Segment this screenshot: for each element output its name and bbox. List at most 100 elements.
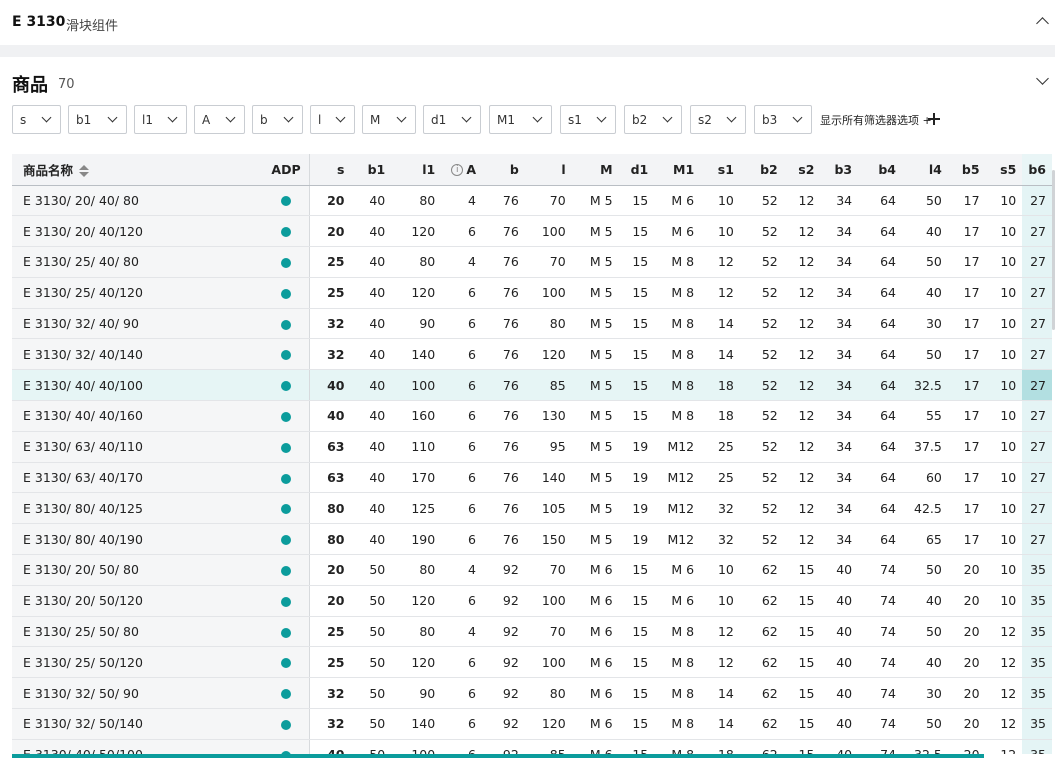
product-name-link[interactable]: E 3130/ 32/ 40/140 [12, 338, 263, 371]
product-name-link[interactable]: E 3130/ 20/ 50/120 [12, 585, 263, 617]
column-header-s1[interactable]: s1 [700, 154, 740, 186]
table-row[interactable]: E 3130/ 32/ 40/140 32 40 140 6 76 120 M 5 15 M 81… [12, 338, 1052, 371]
product-name-link[interactable]: E 3130/ 63/ 40/170 [12, 462, 263, 494]
column-header-l[interactable]: l [524, 154, 572, 186]
cell-s2: 12 [783, 185, 821, 217]
cell-b4: 74 [858, 554, 902, 586]
filter-dropdown-m[interactable]: M [362, 105, 416, 134]
column-header-l1[interactable]: l1 [391, 154, 442, 186]
product-name-link[interactable]: E 3130/ 80/ 40/190 [12, 523, 263, 556]
column-header-b5[interactable]: b5 [947, 154, 986, 186]
filter-dropdown-b1[interactable]: b1 [68, 105, 127, 134]
column-header-product-name[interactable]: 商品名称 [12, 154, 263, 186]
product-name-link[interactable]: E 3130/ 25/ 40/120 [12, 277, 263, 309]
column-header-s[interactable]: s [309, 154, 351, 186]
product-name-link[interactable]: E 3130/ 80/ 40/125 [12, 492, 263, 525]
cell-b3: 40 [820, 616, 859, 648]
cell-s1: 18 [700, 739, 740, 754]
filter-dropdown-d1[interactable]: d1 [423, 105, 481, 134]
column-header-l4[interactable]: l4 [901, 154, 948, 186]
cell-s: 63 [309, 431, 351, 463]
column-header-adp[interactable]: ADP [262, 154, 311, 186]
column-header-b1[interactable]: b1 [350, 154, 392, 186]
filter-dropdown-b[interactable]: b [252, 105, 303, 134]
table-row[interactable]: E 3130/ 25/ 50/ 80 25 50 80 4 92 70 M 6 15 M 8 12 6… [12, 616, 1052, 648]
filter-dropdown-s1[interactable]: s1 [560, 105, 616, 134]
column-header-s2[interactable]: s2 [783, 154, 821, 186]
table-row[interactable]: E 3130/ 32/ 50/140 32 50 140 6 92 120 M 6 15 M 81… [12, 708, 1052, 740]
table-row[interactable]: E 3130/ 40/ 50/100405010069285M 615M 818… [12, 739, 1052, 754]
table-row[interactable]: E 3130/ 20/ 50/120 20 50 120 6 92 100 M 6 15 M 61… [12, 585, 1052, 617]
cell-s5: 10 [985, 185, 1023, 217]
product-name-link[interactable]: E 3130/ 32/ 40/ 90 [12, 308, 263, 340]
horizontal-scrollbar[interactable] [12, 754, 984, 758]
sort-icon[interactable] [79, 165, 90, 178]
cell-s: 80 [309, 523, 351, 556]
cell-b: 76 [482, 215, 525, 248]
table-row[interactable]: E 3130/ 25/ 50/120 25 50 120 6 92 100 M 6 15 M 81… [12, 646, 1052, 679]
column-header-m1[interactable]: M1 [654, 154, 701, 186]
product-name-link[interactable]: E 3130/ 25/ 50/ 80 [12, 616, 263, 648]
column-header-m[interactable]: M [571, 154, 619, 186]
table-row[interactable]: E 3130/ 32/ 40/ 90 32 40 90 6 76 80 M 5 15 M 8 14 5… [12, 308, 1052, 340]
cell-l: 70 [524, 185, 572, 217]
section-divider [0, 45, 1055, 57]
cell-a: 4 [441, 616, 482, 648]
product-name-link[interactable]: E 3130/ 32/ 50/140 [12, 708, 263, 740]
table-row[interactable]: E 3130/ 40/ 40/100 40 40 100 6 76 85 M 5 15 M 8 18… [12, 369, 1052, 402]
filter-dropdown-l[interactable]: l [310, 105, 355, 134]
product-name-link[interactable]: E 3130/ 40/ 40/160 [12, 400, 263, 432]
column-header-d1[interactable]: d1 [618, 154, 655, 186]
product-name-link[interactable]: E 3130/ 40/ 40/100 [12, 369, 263, 402]
expand-chevron-down-icon[interactable] [1036, 72, 1049, 85]
cell-b5: 17 [947, 400, 986, 432]
plus-icon[interactable] [928, 113, 940, 125]
product-name-link[interactable]: E 3130/ 20/ 40/120 [12, 215, 263, 248]
filter-dropdown-l1[interactable]: l1 [134, 105, 187, 134]
table-row[interactable]: E 3130/ 63/ 40/170 63 40 170 6 76 140 M 5 19 M12 2… [12, 462, 1052, 494]
table-row[interactable]: E 3130/ 63/ 40/110 63 40 110 6 76 95 M 5 19 M12 25… [12, 431, 1052, 463]
info-icon[interactable]: i [451, 164, 464, 177]
filter-dropdown-m1[interactable]: M1 [489, 105, 552, 134]
filter-dropdown-b2[interactable]: b2 [624, 105, 682, 134]
table-row[interactable]: E 3130/ 25/ 40/ 80 25 40 80 4 76 70 M 5 15 M 8 12 5… [12, 246, 1052, 278]
cell-s2: 15 [783, 585, 821, 617]
cell-l1: 190 [391, 523, 442, 556]
column-header-b4[interactable]: b4 [858, 154, 902, 186]
table-row[interactable]: E 3130/ 80/ 40/125 80 40 125 6 76 105 M 5 19 M12 3… [12, 492, 1052, 525]
cell-m: M 6 [571, 677, 619, 710]
cell-s5: 10 [985, 554, 1023, 586]
product-name-link[interactable]: E 3130/ 63/ 40/110 [12, 431, 263, 463]
cell-b1: 40 [350, 400, 392, 432]
table-row[interactable]: E 3130/ 40/ 40/160 40 40 160 6 76 130 M 5 15 M 81… [12, 400, 1052, 432]
column-header-b3[interactable]: b3 [820, 154, 859, 186]
product-name-link[interactable]: E 3130/ 32/ 50/ 90 [12, 677, 263, 710]
column-header-b6[interactable]: b6 [1022, 154, 1052, 186]
table-row[interactable]: E 3130/ 80/ 40/190 80 40 190 6 76 150 M 5 19 M12 3… [12, 523, 1052, 556]
adp-cell [262, 523, 311, 556]
table-row[interactable]: E 3130/ 32/ 50/ 90 32 50 90 6 92 80 M 6 15 M 8 14 6… [12, 677, 1052, 710]
filter-dropdown-b3[interactable]: b3 [754, 105, 812, 134]
filter-dropdown-a[interactable]: A [194, 105, 245, 134]
filter-label: l1 [142, 113, 153, 127]
collapse-chevron-up-icon[interactable] [1036, 17, 1049, 30]
cell-b2: 62 [739, 646, 784, 679]
product-name-link[interactable]: E 3130/ 20/ 40/ 80 [12, 185, 263, 217]
cell-s5: 12 [985, 616, 1023, 648]
product-name-link[interactable]: E 3130/ 40/ 50/100 [12, 739, 263, 754]
table-row[interactable]: E 3130/ 25/ 40/120 25 40 120 6 76 100 M 5 15 M 81… [12, 277, 1052, 309]
table-row[interactable]: E 3130/ 20/ 50/ 80 20 50 80 4 92 70 M 6 15 M 6 10 6… [12, 554, 1052, 586]
column-header-b[interactable]: b [482, 154, 525, 186]
table-row[interactable]: E 3130/ 20/ 40/120 20 40 120 6 76 100 M 5 15 M 61… [12, 215, 1052, 248]
column-header-b2[interactable]: b2 [739, 154, 784, 186]
table-row[interactable]: E 3130/ 20/ 40/ 80 20 40 80 4 76 70 M 5 15 M 6 10 5… [12, 185, 1052, 217]
column-header-s5[interactable]: s5 [985, 154, 1023, 186]
column-header-a[interactable]: iA [441, 154, 482, 186]
product-name-link[interactable]: E 3130/ 25/ 40/ 80 [12, 246, 263, 278]
product-name-link[interactable]: E 3130/ 20/ 50/ 80 [12, 554, 263, 586]
product-name-link[interactable]: E 3130/ 25/ 50/120 [12, 646, 263, 679]
cell-a: 6 [441, 708, 482, 740]
filter-dropdown-s[interactable]: s [12, 105, 61, 134]
show-all-filters-link[interactable]: 显示所有筛选器选项 + [820, 112, 932, 128]
filter-dropdown-s2[interactable]: s2 [690, 105, 746, 134]
